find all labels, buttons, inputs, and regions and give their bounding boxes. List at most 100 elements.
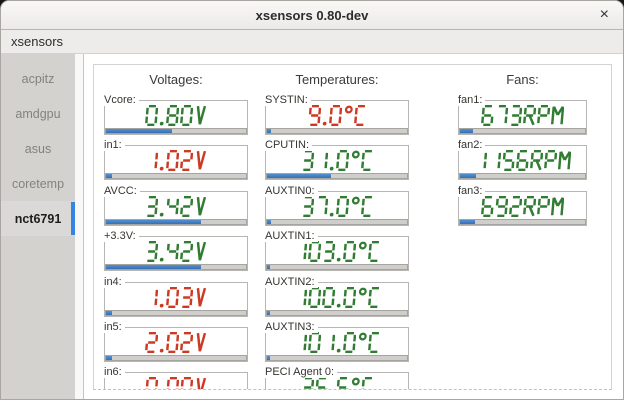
sensor-box-fan1: fan1: [458,95,587,135]
sensor-value [460,104,585,127]
sensor-value [106,149,246,172]
sensor-label: in5: [104,321,125,333]
sensor-label: AUXTIN0: [265,185,318,197]
sensor-progress-bar [266,309,408,316]
sensor-progress-bar [266,173,408,180]
content-area: acpitz amdgpu asus coretemp nct6791 Voltages… [1,54,623,399]
sensor-progress-fill [106,310,112,315]
sensor-value [267,376,407,389]
sensor-label: Vcore: [104,95,139,106]
sensor-label: fan3: [458,185,486,197]
sensor-progress-bar [105,309,247,316]
sensor-box-in4: in4: [104,276,248,317]
sidebar-tab-coretemp[interactable]: coretemp [1,166,75,201]
column-header: Temperatures: [295,72,379,87]
sensor-box-auxtin3: AUXTIN3: [265,321,409,362]
sensor-value [460,195,585,218]
sensor-label: AUXTIN3: [265,321,318,333]
column-header: Fans: [506,72,539,87]
sidebar-separator [75,54,84,399]
sidebar-tabs: acpitz amdgpu asus coretemp nct6791 [1,54,75,399]
sensor-progress-bar [266,128,408,134]
sensor-progress-bar [105,218,247,225]
sensor-progress-fill [460,174,477,179]
sensor-label: in4: [104,276,125,288]
sensor-progress-fill [106,174,112,179]
sensor-label: fan1: [458,95,486,106]
sensor-box-vcore: Vcore: [104,95,248,135]
sensor-progress-fill [267,129,272,133]
sidebar-tab-label: amdgpu [15,106,61,121]
sensor-box-systin: SYSTIN: [265,95,409,135]
sensor-value [267,331,407,354]
sensor-value [267,195,407,218]
sensor-box-cputin: CPUTIN: [265,140,409,181]
sensor-label: AUXTIN1: [265,231,318,243]
sensor-progress-bar [105,128,247,134]
sensor-progress-fill [460,129,473,133]
sidebar-tab-label: nct6791 [14,211,62,226]
sidebar-tab-nct6791[interactable]: nct6791 [1,201,75,236]
sidebar-tab-label: asus [24,141,52,156]
sensor-box-peciagent0: PECI Agent 0: [265,367,409,389]
sensor-label: AVCC: [104,185,140,197]
fans-column: Fans: fan1: fan2: fan3: [458,71,587,231]
sensor-progress-bar [105,264,247,271]
sensor-progress-bar [105,354,247,361]
sensor-value [106,376,246,389]
close-icon[interactable]: × [597,1,612,30]
menubar: xsensors [1,30,623,54]
menu-item-xsensors[interactable]: xsensors [1,30,73,53]
window-title: xsensors 0.80-dev [255,8,369,23]
sensor-progress-fill [106,219,202,224]
sensor-box-fan2: fan2: [458,140,587,181]
sensor-value [267,104,407,127]
sidebar-tab-label: acpitz [21,71,55,86]
sensor-progress-bar [266,354,408,361]
sensor-label: +3.3V: [104,231,139,243]
sensor-label: in1: [104,140,125,152]
sensor-label: CPUTIN: [265,140,312,152]
sensor-progress-fill [267,219,272,224]
sensor-label: PECI Agent 0: [265,367,338,379]
sensor-progress-fill [267,310,270,315]
sidebar-tab-amdgpu[interactable]: amdgpu [1,96,75,131]
sensor-box-auxtin2: AUXTIN2: [265,276,409,317]
sensor-value [106,331,246,354]
sidebar-tab-asus[interactable]: asus [1,131,75,166]
column-header: Voltages: [149,72,203,87]
sensor-box-in5: in5: [104,321,248,362]
sensor-progress-fill [460,219,475,224]
sensor-label: fan2: [458,140,486,152]
sensor-progress-bar [459,218,586,225]
sensor-value [267,240,407,263]
sensor-box-fan3: fan3: [458,185,587,226]
sensors-viewport[interactable]: Voltages: Vcore: in1: AVCC: +3.3V: in4: in5: in… [93,64,612,390]
temperatures-column: Temperatures: SYSTIN: CPUTIN: AUXTIN0: AUXTI… [265,71,409,389]
sensor-value [460,149,585,172]
sensor-progress-bar [459,173,586,180]
sidebar-tab-label: coretemp [11,176,65,191]
selected-tab-indicator [71,202,75,235]
sensor-value [106,286,246,309]
sensor-value [267,149,407,172]
sensor-label: in6: [104,367,125,379]
sensor-value [106,104,246,127]
app-window: xsensors 0.80-dev × xsensors acpitz amdgp… [0,0,624,400]
sensor-box-auxtin0: AUXTIN0: [265,185,409,226]
sensor-progress-bar [266,264,408,271]
sensor-progress-bar [459,128,586,134]
sensor-progress-fill [106,129,172,133]
sensor-progress-fill [106,265,202,270]
sensor-progress-bar [266,218,408,225]
sensor-progress-fill [267,174,332,179]
sensor-value [106,240,246,263]
titlebar[interactable]: xsensors 0.80-dev × [1,1,623,30]
sensor-box-in6: in6: [104,367,248,389]
sensor-progress-fill [106,355,112,360]
sidebar-tab-acpitz[interactable]: acpitz [1,61,75,96]
sensor-box-+3.3v: +3.3V: [104,231,248,272]
sensor-value [106,195,246,218]
sensor-progress-fill [267,355,270,360]
sensor-box-in1: in1: [104,140,248,181]
